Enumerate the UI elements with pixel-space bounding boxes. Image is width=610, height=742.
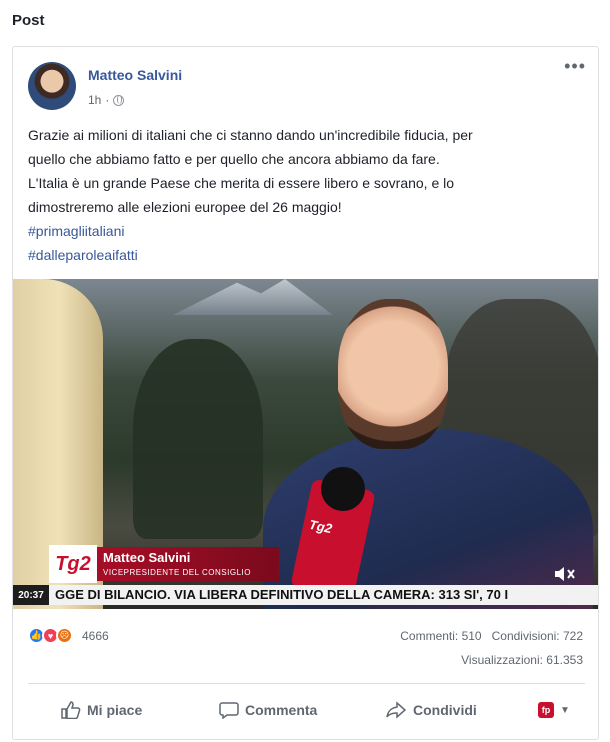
author-avatar[interactable] bbox=[28, 62, 76, 110]
angry-reaction-icon: ☹ bbox=[56, 627, 73, 644]
share-arrow-icon bbox=[386, 701, 407, 719]
video-player[interactable]: Tg2 Tg2 Matteo Salvini VICEPRESIDENTE DE… bbox=[13, 279, 598, 609]
page-badge: fp bbox=[538, 702, 554, 718]
channel-logo: Tg2 bbox=[49, 545, 97, 583]
hashtag-link[interactable]: #dalleparoleaifatti bbox=[28, 243, 588, 267]
ticker-clock: 20:37 bbox=[13, 585, 49, 605]
thumbs-up-icon bbox=[61, 701, 81, 719]
comment-button[interactable]: Commenta bbox=[219, 701, 317, 719]
post-text: Grazie ai milioni di italiani che ci sta… bbox=[28, 123, 588, 267]
like-button[interactable]: Mi piace bbox=[61, 701, 142, 719]
like-label: Mi piace bbox=[87, 702, 143, 718]
post-time[interactable]: 1h bbox=[88, 93, 101, 107]
post-text-line: quello che abbiamo fatto e per quello ch… bbox=[28, 151, 440, 167]
chevron-down-icon: ▼ bbox=[560, 704, 570, 716]
shares-count[interactable]: Condivisioni: 722 bbox=[492, 629, 583, 643]
post-meta: 1h · bbox=[88, 93, 125, 107]
action-bar: Mi piace Commenta Condividi fp ▼ bbox=[13, 689, 598, 731]
globe-icon[interactable] bbox=[113, 94, 125, 106]
speaker-muted-icon[interactable] bbox=[553, 565, 581, 585]
share-label: Condividi bbox=[413, 702, 477, 718]
speech-bubble-icon bbox=[219, 702, 239, 719]
caption-role: VICEPRESIDENTE DEL CONSIGLIO bbox=[103, 568, 251, 577]
video-subject-head bbox=[338, 299, 448, 449]
comments-count[interactable]: Commenti: 510 bbox=[400, 629, 481, 643]
divider bbox=[28, 683, 585, 684]
ticker-text: GGE DI BILANCIO. VIA LIBERA DEFINITIVO D… bbox=[55, 587, 509, 602]
share-button[interactable]: Condividi bbox=[385, 701, 477, 719]
reactions-summary[interactable]: 👍 ♥ ☹ 4666 bbox=[28, 627, 109, 644]
post-text-line: Grazie ai milioni di italiani che ci sta… bbox=[28, 127, 473, 143]
views-count: Visualizzazioni: 61.353 bbox=[461, 653, 583, 667]
post-card: Matteo Salvini 1h · ••• Grazie ai milion… bbox=[12, 46, 599, 740]
section-title: Post bbox=[12, 12, 45, 29]
news-ticker: 20:37 GGE DI BILANCIO. VIA LIBERA DEFINI… bbox=[13, 585, 598, 605]
engagement-stats: Commenti: 510 Condivisioni: 722 bbox=[400, 629, 583, 643]
post-text-line: dimostreremo alle elezioni europee del 2… bbox=[28, 199, 342, 215]
hashtag-link[interactable]: #primagliitaliani bbox=[28, 219, 588, 243]
caption-name: Matteo Salvini bbox=[103, 550, 191, 565]
reactions-count[interactable]: 4666 bbox=[82, 629, 109, 643]
video-background-mountain bbox=[173, 279, 333, 315]
video-background-tree bbox=[133, 339, 263, 539]
post-text-line: L'Italia è un grande Paese che merita di… bbox=[28, 175, 455, 191]
more-options-icon[interactable]: ••• bbox=[564, 57, 586, 75]
meta-separator: · bbox=[105, 93, 110, 107]
author-name[interactable]: Matteo Salvini bbox=[88, 67, 182, 83]
microphone-head bbox=[321, 467, 365, 511]
page-selector-button[interactable]: fp ▼ bbox=[538, 702, 570, 718]
comment-label: Commenta bbox=[245, 702, 318, 718]
